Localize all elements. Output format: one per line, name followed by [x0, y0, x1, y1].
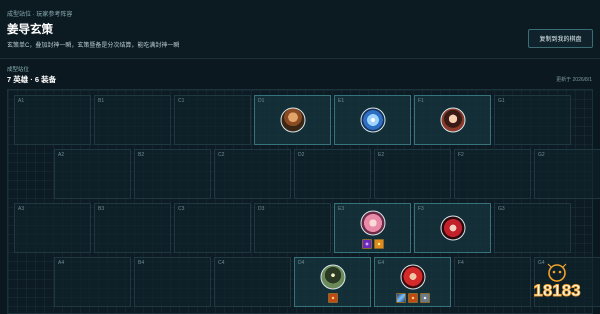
board-cell[interactable]: B4 [134, 257, 211, 307]
board-cell[interactable]: A3 [14, 203, 91, 253]
updated-timestamp: 更新于 2026/8/1 [556, 77, 592, 83]
cell-label: C4 [218, 260, 225, 266]
item-slots [335, 239, 410, 249]
hero-xuance-portrait[interactable] [400, 264, 425, 290]
cell-label: A3 [18, 206, 25, 212]
header-divider [0, 58, 600, 59]
cell-label: F2 [458, 152, 464, 158]
board-cell[interactable]: C4 [214, 257, 291, 307]
item-gold-flame-icon[interactable] [373, 239, 384, 249]
board-section-title: 成型站位 [7, 67, 30, 73]
cell-label: B4 [138, 260, 145, 266]
board-cell[interactable]: D1 [254, 95, 331, 145]
cell-label: E3 [338, 206, 345, 212]
hero-red-dancer-portrait[interactable] [440, 215, 465, 241]
cell-label: F4 [458, 260, 464, 266]
board-cell[interactable]: E4 [374, 257, 451, 307]
board-cell[interactable]: E2 [374, 149, 451, 199]
cell-label: D3 [258, 206, 265, 212]
cell-label: C3 [178, 206, 185, 212]
hero-warrior-portrait[interactable] [280, 107, 305, 133]
board-cell[interactable]: E3 [334, 203, 411, 253]
item-slots [375, 293, 450, 303]
breadcrumb: 成型站位 · 玩家参考阵容 [7, 12, 73, 18]
item-fire-gem-icon[interactable] [327, 293, 338, 303]
board-cell[interactable]: C2 [214, 149, 291, 199]
board-cell[interactable]: G3 [494, 203, 571, 253]
cell-label: E1 [338, 98, 345, 104]
board-cell[interactable]: A4 [54, 257, 131, 307]
cell-label: D4 [298, 260, 305, 266]
copy-to-board-button[interactable]: 复制到我的棋盘 [528, 29, 593, 48]
cell-label: C1 [178, 98, 185, 104]
cell-label: E4 [378, 260, 385, 266]
board-cell[interactable]: G1 [494, 95, 571, 145]
item-slots [295, 293, 370, 303]
cell-label: F3 [418, 206, 424, 212]
cell-label: E2 [378, 152, 385, 158]
cell-label: G3 [498, 206, 505, 212]
board-cell[interactable]: D2 [294, 149, 371, 199]
cell-label: F1 [418, 98, 424, 104]
cell-label: D2 [298, 152, 305, 158]
cell-label: A2 [58, 152, 65, 158]
hero-pink-hair-portrait[interactable] [360, 210, 385, 236]
cell-label: C2 [218, 152, 225, 158]
cell-label: A1 [18, 98, 25, 104]
cell-label: B2 [138, 152, 145, 158]
lineup-description: 玄策单C，叠加封神一瞬，玄策暨备是分次结算，能吃满封神一瞬 [7, 43, 180, 49]
board-cell[interactable]: F2 [454, 149, 531, 199]
item-fire-gem-icon[interactable] [407, 293, 418, 303]
hex-board: A1 B1 C1 D1 E1 F1 G1 A2 B2 C2 D2 E2 F2 G2 A3 B3 C3 D3 E3 F3… [7, 89, 600, 314]
board-cell[interactable]: C3 [174, 203, 251, 253]
watermark-text: 18183 [533, 281, 580, 300]
board-cell[interactable]: D4 [294, 257, 371, 307]
board-cell[interactable]: D3 [254, 203, 331, 253]
board-cell[interactable]: B3 [94, 203, 171, 253]
board-cell[interactable]: G2 [534, 149, 600, 199]
cell-label: D1 [258, 98, 265, 104]
cell-label: G2 [538, 152, 545, 158]
cell-label: A4 [58, 260, 65, 266]
board-cell[interactable]: F1 [414, 95, 491, 145]
board-cell[interactable]: F3 [414, 203, 491, 253]
board-cell[interactable]: E1 [334, 95, 411, 145]
board-summary: 7 英雄 · 6 装备 [7, 75, 57, 84]
board-cell[interactable]: B1 [94, 95, 171, 145]
hero-ice-dragon-portrait[interactable] [360, 107, 385, 133]
page-header: 成型站位 · 玩家参考阵容 姜导玄策 玄策单C，叠加封神一瞬，玄策暨备是分次结算… [0, 0, 600, 58]
item-gray-shield-icon[interactable] [419, 293, 430, 303]
board-cell[interactable]: A1 [14, 95, 91, 145]
hero-girl-portrait[interactable] [440, 107, 465, 133]
watermark-logo: 18183 [533, 263, 581, 300]
cell-label: B1 [98, 98, 105, 104]
item-purple-orb-icon[interactable] [361, 239, 372, 249]
cell-label: B3 [98, 206, 105, 212]
cell-label: G1 [498, 98, 505, 104]
hero-hooded-mage-portrait[interactable] [320, 264, 345, 290]
board-cell[interactable]: A2 [54, 149, 131, 199]
item-blue-blade-icon[interactable] [395, 293, 406, 303]
board-cell[interactable]: C1 [174, 95, 251, 145]
page-title: 姜导玄策 [7, 24, 53, 36]
mascot-icon [547, 263, 567, 282]
board-cell[interactable]: B2 [134, 149, 211, 199]
